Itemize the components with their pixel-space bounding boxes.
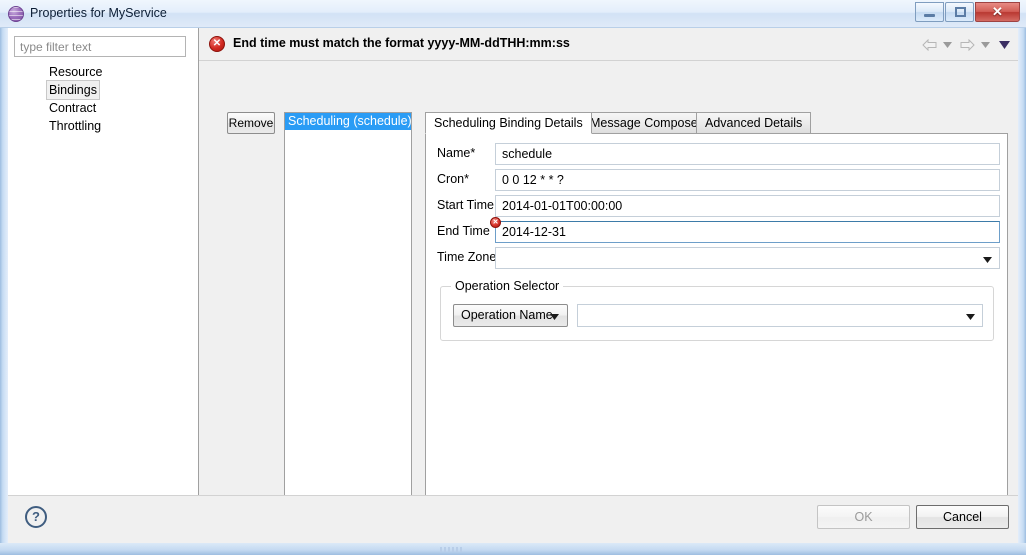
sidebar-item-label: Bindings: [46, 80, 100, 100]
start-time-input[interactable]: [495, 195, 1000, 217]
help-icon[interactable]: ?: [25, 506, 47, 528]
window-title: Properties for MyService: [30, 6, 167, 20]
back-chevron-down-icon[interactable]: [943, 42, 952, 48]
sidebar-item-throttling[interactable]: Throttling: [8, 117, 198, 135]
name-input[interactable]: [495, 143, 1000, 165]
forward-chevron-down-icon[interactable]: [981, 42, 990, 48]
dialog-button-bar: ? OK Cancel: [8, 495, 1018, 543]
back-arrow-icon[interactable]: [922, 39, 937, 51]
error-message: End time must match the format yyyy-MM-d…: [233, 36, 570, 50]
name-label: Name*: [437, 146, 476, 160]
cancel-button[interactable]: Cancel: [916, 505, 1009, 529]
operation-selector-group: Operation Selector Operation Name: [440, 279, 994, 341]
window-border-left: [0, 28, 8, 545]
operation-value-dropdown[interactable]: [577, 304, 983, 327]
cron-input[interactable]: [495, 169, 1000, 191]
tab-strip: Scheduling Binding Details Message Compo…: [425, 112, 1008, 134]
settings-tree-panel: Resource Bindings Contract Throttling: [8, 28, 199, 495]
error-icon-glyph: ✕: [212, 38, 222, 49]
settings-tree-list: Resource Bindings Contract Throttling: [8, 63, 198, 135]
time-zone-label: Time Zone: [437, 250, 497, 264]
operation-type-label: Operation Name: [461, 308, 553, 322]
chevron-down-icon: [983, 257, 992, 263]
chevron-down-icon: [966, 314, 975, 320]
dialog-body: Resource Bindings Contract Throttling ✕ …: [8, 28, 1018, 543]
ok-button[interactable]: OK: [817, 505, 910, 529]
properties-sphere-icon: [8, 6, 24, 22]
operation-type-dropdown-button[interactable]: Operation Name: [453, 304, 568, 327]
form-row-name: Name*: [426, 143, 1007, 165]
error-banner: ✕ End time must match the format yyyy-MM…: [199, 28, 1018, 61]
sidebar-item-bindings[interactable]: Bindings: [8, 80, 198, 100]
tab-advanced-details[interactable]: Advanced Details: [696, 112, 812, 134]
minimize-button[interactable]: [915, 2, 944, 22]
title-bar: Properties for MyService ✕: [0, 0, 1026, 28]
chevron-down-icon: [550, 314, 559, 320]
time-zone-dropdown[interactable]: [495, 247, 1000, 269]
menu-chevron-down-icon[interactable]: [999, 41, 1010, 49]
sidebar-item-label: Throttling: [49, 119, 102, 133]
scheduling-binding-details-panel: Name* Cron* Start Time End Time ✕ Time Z…: [425, 133, 1008, 500]
filter-input[interactable]: [14, 36, 186, 57]
restore-button[interactable]: [945, 2, 974, 22]
operation-selector-title: Operation Selector: [451, 279, 564, 293]
forward-arrow-icon[interactable]: [960, 39, 975, 51]
form-row-end-time: End Time ✕: [426, 217, 1007, 243]
end-time-error-glyph: ✕: [492, 219, 499, 226]
form-row-cron: Cron*: [426, 169, 1007, 191]
help-glyph: ?: [32, 509, 40, 524]
tab-scheduling-binding-details[interactable]: Scheduling Binding Details: [425, 112, 592, 134]
window-border-right: [1018, 28, 1026, 545]
close-button[interactable]: ✕: [975, 2, 1020, 22]
end-time-label: End Time: [437, 224, 490, 238]
sidebar-item-label: Resource: [49, 65, 103, 79]
end-time-input[interactable]: [495, 221, 1000, 243]
form-row-start-time: Start Time: [426, 195, 1007, 217]
remove-button[interactable]: Remove: [227, 112, 275, 134]
close-icon: ✕: [992, 4, 1003, 19]
tab-message-composer[interactable]: Message Composer: [581, 112, 711, 134]
sidebar-item-resource[interactable]: Resource: [8, 63, 198, 81]
window-frame: Properties for MyService ✕ Resource Bind…: [0, 0, 1026, 555]
bindings-list[interactable]: Scheduling (schedule): [284, 112, 412, 500]
list-item[interactable]: Scheduling (schedule): [285, 113, 411, 130]
window-border-bottom: [0, 543, 1026, 555]
cron-label: Cron*: [437, 172, 469, 186]
error-icon: ✕: [209, 36, 225, 52]
start-time-label: Start Time: [437, 198, 494, 212]
sidebar-item-label: Contract: [49, 101, 97, 115]
end-time-error-icon: ✕: [490, 217, 501, 228]
resize-grip[interactable]: [440, 547, 464, 552]
form-row-time-zone: Time Zone: [426, 247, 1007, 269]
sidebar-item-contract[interactable]: Contract: [8, 99, 198, 117]
